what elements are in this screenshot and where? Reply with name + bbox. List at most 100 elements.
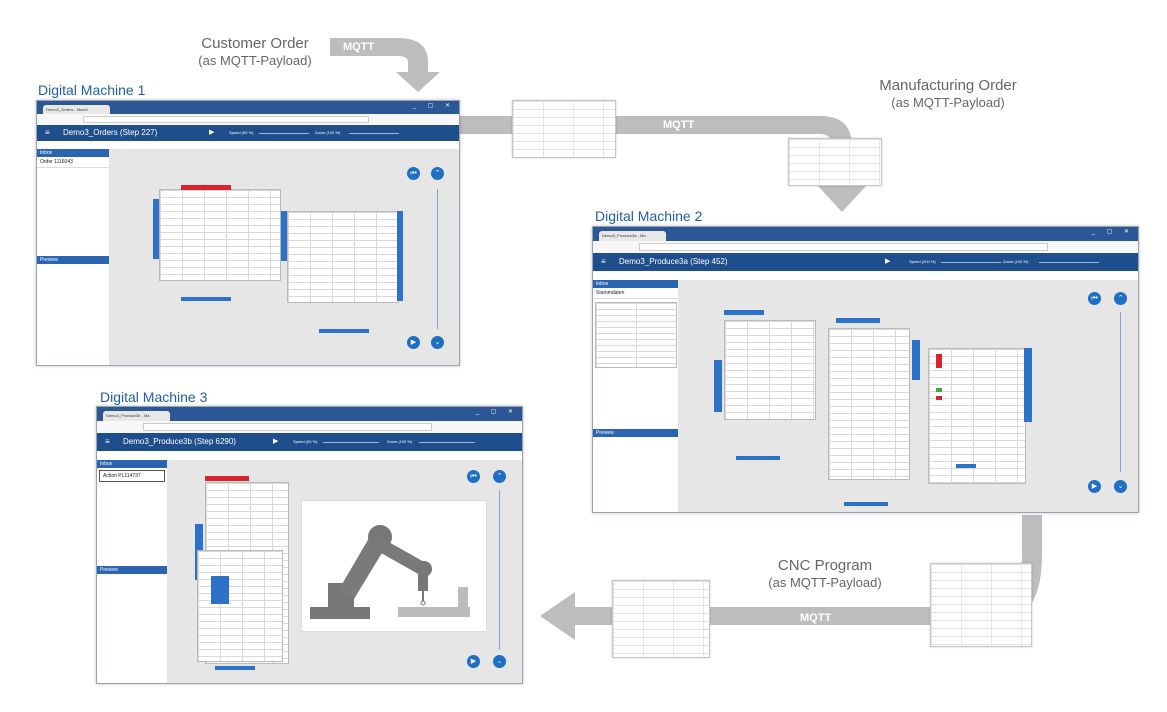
machine-2-sheet-stock-sidebar <box>714 360 722 412</box>
machine-1-speed-slider[interactable] <box>259 133 309 134</box>
machine-3-speed-label: Speed (50 %) <box>293 439 318 444</box>
machine-2-play-icon[interactable]: ▶ <box>885 253 890 271</box>
machine-2-speed-label: Speed (200 %) <box>909 259 936 264</box>
machine-3-app-title: Demo3_Produce3b (Step 6290) <box>123 437 236 446</box>
machine-1-vertical-slider[interactable] <box>437 189 438 329</box>
customer-order-label: Customer Order (as MQTT-Payload) <box>170 34 340 68</box>
cnc-program-title: CNC Program <box>777 557 873 574</box>
machine-3-sheet-steps-header <box>205 476 249 481</box>
customer-order-subtitle: (as MQTT-Payload) <box>198 53 312 68</box>
machine-3-scroll-up-button[interactable]: ⌃ <box>493 470 506 483</box>
machine-1-zoom-label: Zoom (100 %) <box>315 130 341 135</box>
machine-3-speed-slider[interactable] <box>323 442 379 443</box>
cnc-program-label: CNC Program (as MQTT-Payload) <box>740 556 910 590</box>
machine-3-scroll-down-button[interactable]: ⌄ <box>493 655 506 668</box>
machine-2-sheet-steps-marker-3 <box>936 396 942 400</box>
machine-3-skip-back-button[interactable]: ⏮ <box>467 470 480 483</box>
machine-2-preview-header: Preview <box>593 429 678 437</box>
machine-2-browser-tab[interactable]: Demo3_Produce3a - Ma <box>599 231 666 241</box>
machine-3-title-bar: Demo3_Produce3b - Ma _ ▢ ✕ <box>97 407 522 421</box>
machine-1-app-bar: ≡ Demo3_Orders (Step 227) ▶ Speed (50 %)… <box>37 125 459 141</box>
machine-1-play-button[interactable]: ▶ <box>407 336 420 349</box>
machine-2-sheet-program-footer <box>844 502 888 506</box>
machine-3-inbox-row[interactable]: Action PL114737 <box>99 470 165 482</box>
machine-1-inbox-row[interactable]: Order 1116043 <box>37 157 109 168</box>
machine-3-sheet-axes-highlight <box>211 576 229 604</box>
machine-2-sheet-stock-header <box>724 310 764 315</box>
machine-3-window-controls[interactable]: _ ▢ ✕ <box>476 408 518 415</box>
machine-2-skip-back-button[interactable]: ⏮ <box>1088 292 1101 305</box>
machine-1-canvas: ⏮ ⌃ ▶ ⌄ <box>109 149 459 365</box>
mqtt-label-3: MQTT <box>800 612 832 624</box>
machine-3-canvas: ⏮ ⌃ ▶ ⌄ <box>167 460 522 683</box>
machine-1-title-bar: Demo3_Orders - Machi _ ▢ ✕ <box>37 101 459 114</box>
machine-2-scroll-down-button[interactable]: ⌄ <box>1114 480 1127 493</box>
machine-2-title-bar: Demo3_Produce3a - Ma _ ▢ ✕ <box>593 227 1138 241</box>
machine-2-scroll-up-button[interactable]: ⌃ <box>1114 292 1127 305</box>
machine-1-sheet-articles-sidebar <box>281 211 287 261</box>
machine-1-scroll-up-button[interactable]: ⌃ <box>431 167 444 180</box>
machine-1-url-field[interactable] <box>83 116 369 123</box>
machine-2-window-controls[interactable]: _ ▢ ✕ <box>1092 228 1134 235</box>
machine-2-sheet-steps-marker-2 <box>936 388 942 392</box>
machine-2-app-title: Demo3_Produce3a (Step 452) <box>619 257 728 266</box>
machine-2-sheet-steps-footer <box>956 464 976 468</box>
machine-1-scroll-down-button[interactable]: ⌄ <box>431 336 444 349</box>
machine-1-browser-window: Demo3_Orders - Machi _ ▢ ✕ ≡ Demo3_Order… <box>36 100 460 366</box>
machine-1-menu-icon[interactable]: ≡ <box>45 125 50 141</box>
machine-2-app-bar: ≡ Demo3_Produce3a (Step 452) ▶ Speed (20… <box>593 253 1138 271</box>
machine-1-sidebar: Inbox Order 1116043 Preview <box>37 149 110 365</box>
machine-2-inbox-row[interactable]: Stammdaten <box>593 288 678 299</box>
machine-3-app-bar: ≡ Demo3_Produce3b (Step 6290) ▶ Speed (5… <box>97 433 522 451</box>
machine-2-sheet-stock-footer <box>736 456 780 460</box>
machine-2-url-field[interactable] <box>639 243 1048 251</box>
machine-1-sheet-orders-sidebar <box>153 199 159 259</box>
machine-1-play-icon[interactable]: ▶ <box>209 125 214 141</box>
machine-2-vertical-slider[interactable] <box>1120 312 1121 472</box>
machine-1-sheet-articles-right-bar <box>397 211 403 301</box>
machine-3-sidebar: Inbox Action PL114737 Preview <box>97 460 168 683</box>
machine-1-window-controls[interactable]: _ ▢ ✕ <box>413 102 455 109</box>
machine-2-menu-icon[interactable]: ≡ <box>601 253 606 271</box>
machine-2-sheet-steps <box>928 348 1026 484</box>
machine-2-sheet-steps-marker-1 <box>936 354 942 368</box>
machine-3-menu-icon[interactable]: ≡ <box>105 433 110 451</box>
machine-1-preview-header: Preview <box>37 256 109 264</box>
machine-1-browser-tab[interactable]: Demo3_Orders - Machi <box>43 105 110 114</box>
manufacturing-order-label: Manufacturing Order (as MQTT-Payload) <box>848 76 1048 110</box>
machine-2-sheet-program-header <box>836 318 880 323</box>
cnc-program-payload-table-1 <box>930 563 1032 647</box>
machine-2-zoom-slider[interactable] <box>1039 262 1099 263</box>
machine-2-sheet-steps-right-bar <box>1024 348 1032 422</box>
machine-3-zoom-slider[interactable] <box>419 442 475 443</box>
machine-2-sheet-program-right-bar <box>912 340 920 380</box>
manufacturing-order-title: Manufacturing Order <box>879 77 1017 94</box>
manufacturing-order-payload-table-1 <box>512 100 616 158</box>
machine-3-play-icon[interactable]: ▶ <box>273 433 278 451</box>
cnc-program-subtitle: (as MQTT-Payload) <box>768 575 882 590</box>
machine-2-speed-slider[interactable] <box>941 262 1001 263</box>
machine-1-skip-back-button[interactable]: ⏮ <box>407 167 420 180</box>
machine-1-sheet-orders-header <box>181 185 231 190</box>
machine-1-sheet-orders-footer <box>181 297 231 301</box>
manufacturing-order-subtitle: (as MQTT-Payload) <box>891 95 1005 110</box>
machine-2-inbox-list <box>595 302 677 368</box>
machine-2-sheet-stock <box>724 320 816 420</box>
machine-2-play-button[interactable]: ▶ <box>1088 480 1101 493</box>
machine-3-sheet-steps-footer <box>215 666 255 670</box>
machine-1-zoom-slider[interactable] <box>349 133 399 134</box>
customer-order-title: Customer Order <box>201 35 309 52</box>
machine-3-url-field[interactable] <box>143 423 432 431</box>
machine-1-heading: Digital Machine 1 <box>38 82 146 98</box>
machine-3-play-button[interactable]: ▶ <box>467 655 480 668</box>
machine-2-sidebar: Inbox Stammdaten Preview <box>593 280 679 512</box>
machine-2-browser-window: Demo3_Produce3a - Ma _ ▢ ✕ ≡ Demo3_Produ… <box>592 226 1139 513</box>
machine-2-inbox-header: Inbox <box>593 280 678 288</box>
machine-3-robot-view <box>301 500 487 632</box>
manufacturing-order-payload-table-2 <box>788 138 882 186</box>
machine-3-browser-tab[interactable]: Demo3_Produce3b - Ma <box>103 411 170 421</box>
machine-2-canvas: ⏮ ⌃ ▶ ⌄ <box>678 280 1138 512</box>
machine-2-sheet-program <box>828 328 910 480</box>
machine-3-heading: Digital Machine 3 <box>100 389 208 405</box>
machine-3-vertical-slider[interactable] <box>499 490 500 650</box>
